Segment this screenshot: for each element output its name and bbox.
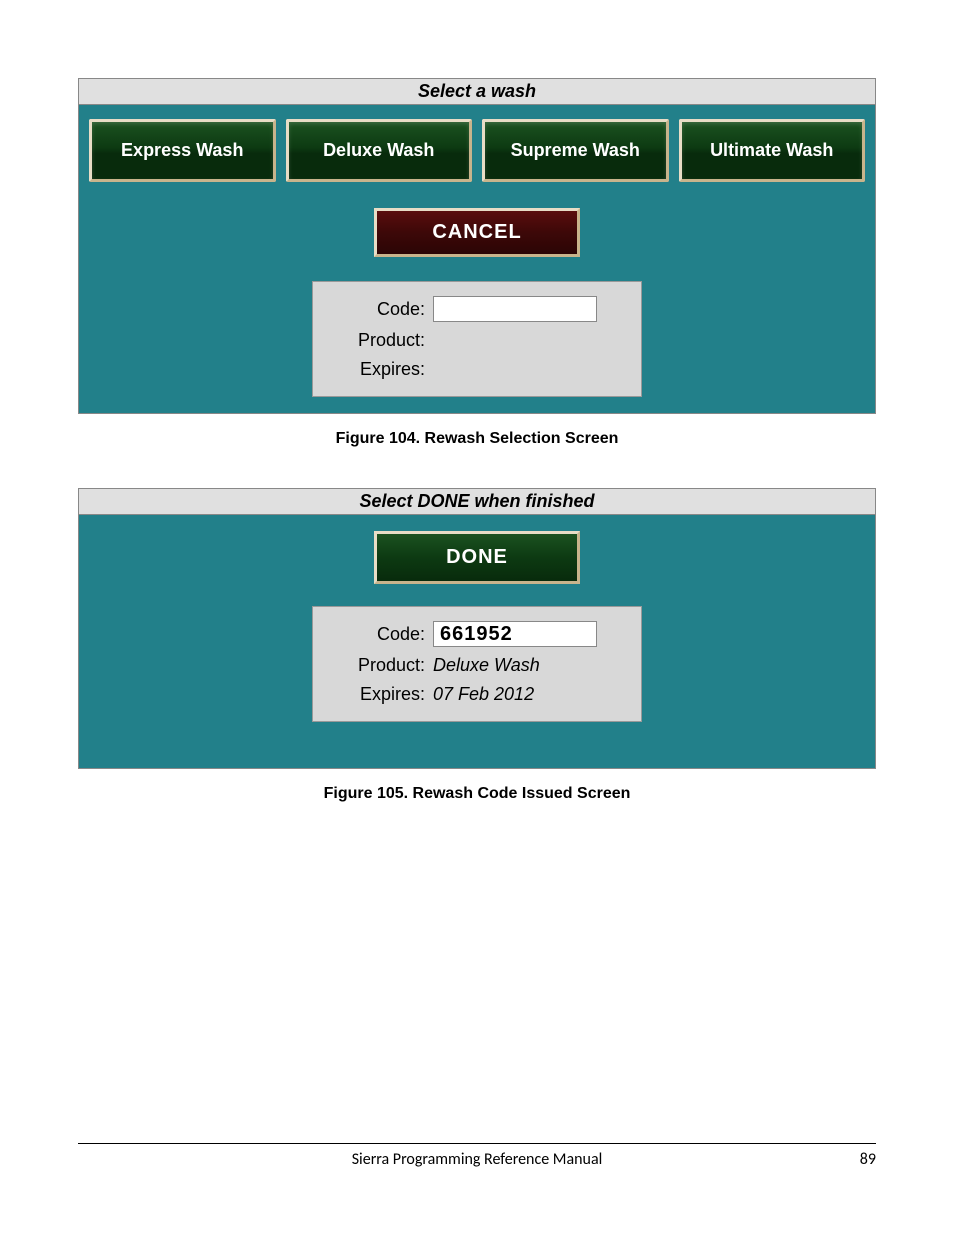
product-value: Deluxe Wash (433, 655, 629, 676)
code-value: 661952 (433, 621, 597, 647)
figure-caption-105: Figure 105. Rewash Code Issued Screen (78, 769, 876, 843)
expires-value: 07 Feb 2012 (433, 684, 629, 705)
done-button[interactable]: DONE (374, 531, 580, 584)
deluxe-wash-button[interactable]: Deluxe Wash (286, 119, 473, 182)
wash-options-row: Express Wash Deluxe Wash Supreme Wash Ul… (79, 105, 875, 196)
page-footer: Sierra Programming Reference Manual 89 (78, 1143, 876, 1169)
product-label: Product: (325, 330, 433, 351)
ultimate-wash-button[interactable]: Ultimate Wash (679, 119, 866, 182)
footer-page-number: 89 (796, 1150, 876, 1169)
rewash-code-issued-panel: Select DONE when finished DONE Code: 661… (78, 488, 876, 769)
expires-label: Expires: (325, 359, 433, 380)
cancel-button[interactable]: CANCEL (374, 208, 580, 257)
code-info-box: Code: 661952 Product: Deluxe Wash Expire… (312, 606, 642, 722)
code-label: Code: (325, 299, 433, 320)
product-label: Product: (325, 655, 433, 676)
code-input[interactable] (433, 296, 597, 322)
express-wash-button[interactable]: Express Wash (89, 119, 276, 182)
figure-caption-104: Figure 104. Rewash Selection Screen (78, 414, 876, 488)
panel-title: Select DONE when finished (79, 489, 875, 515)
code-label: Code: (325, 624, 433, 645)
code-info-box: Code: Product: Expires: (312, 281, 642, 397)
footer-title: Sierra Programming Reference Manual (158, 1150, 796, 1169)
expires-label: Expires: (325, 684, 433, 705)
rewash-selection-panel: Select a wash Express Wash Deluxe Wash S… (78, 78, 876, 414)
panel-title: Select a wash (79, 79, 875, 105)
supreme-wash-button[interactable]: Supreme Wash (482, 119, 669, 182)
